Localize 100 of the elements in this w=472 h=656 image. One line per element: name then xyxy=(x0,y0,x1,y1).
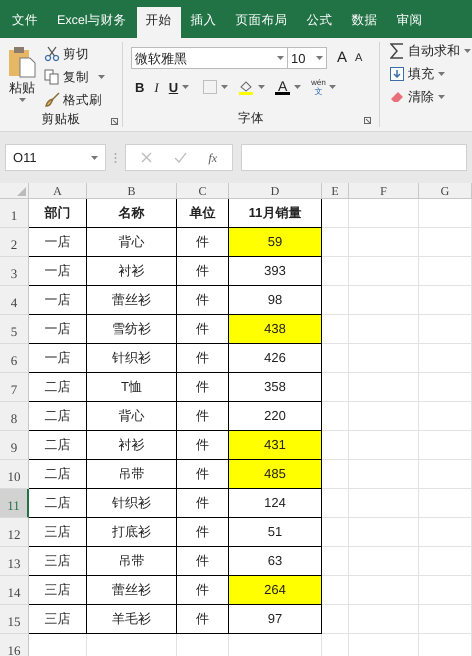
corner-triangle-icon xyxy=(17,187,26,196)
table-cell: T恤 xyxy=(87,373,177,402)
dialog-launcher-icon[interactable] xyxy=(111,118,118,125)
dropdown-caret-icon xyxy=(91,156,98,160)
dialog-launcher-icon[interactable] xyxy=(364,117,371,124)
column-header[interactable]: C xyxy=(177,183,229,198)
ribbon-tab[interactable]: 文件 xyxy=(3,7,47,38)
empty-cell xyxy=(322,315,349,344)
table-cell: 三店 xyxy=(29,518,87,547)
row-header[interactable]: 13 xyxy=(0,547,29,576)
ribbon-tab[interactable]: 开始 xyxy=(136,7,181,38)
empty-cell xyxy=(322,605,349,634)
row-header[interactable]: 5 xyxy=(0,315,29,344)
ribbon-tab[interactable]: 页面布局 xyxy=(226,7,297,38)
row-header[interactable]: 16 xyxy=(0,634,29,656)
empty-cell xyxy=(349,373,419,402)
empty-cell xyxy=(349,605,419,634)
column-header[interactable]: G xyxy=(419,183,472,198)
table-cell: 件 xyxy=(177,518,229,547)
table-cell: 二店 xyxy=(29,431,87,460)
column-heading: 部门 xyxy=(29,199,87,228)
empty-cell xyxy=(419,286,472,315)
row-header[interactable]: 14 xyxy=(0,576,29,605)
check-icon[interactable] xyxy=(174,152,187,163)
row-header[interactable]: 11 xyxy=(0,489,29,518)
row-header[interactable]: 6 xyxy=(0,344,29,373)
bold-button[interactable]: B xyxy=(135,78,144,97)
table-cell: 一店 xyxy=(29,315,87,344)
table-cell: 件 xyxy=(177,431,229,460)
fill-button[interactable]: 填充 xyxy=(390,64,471,84)
empty-cell xyxy=(419,199,472,228)
border-icon[interactable] xyxy=(203,80,218,94)
shrink-font-button[interactable]: A xyxy=(353,50,364,66)
ribbon-tab[interactable]: Excel与财务 xyxy=(48,7,136,38)
table-cell: 97 xyxy=(229,605,322,634)
column-heading: 名称 xyxy=(87,199,177,228)
column-header[interactable]: F xyxy=(349,183,419,198)
table-cell: 雪纺衫 xyxy=(87,315,177,344)
empty-cell xyxy=(349,315,419,344)
ribbon-tab[interactable]: 审阅 xyxy=(388,7,432,38)
empty-cell xyxy=(419,402,472,431)
row-header[interactable]: 8 xyxy=(0,402,29,431)
format-painter-button[interactable]: 格式刷 xyxy=(44,90,105,110)
empty-cell xyxy=(322,576,349,605)
font-name-field[interactable]: 微软雅黑 xyxy=(131,47,288,70)
autosum-button[interactable]: 自动求和 xyxy=(390,41,471,61)
grow-font-button[interactable]: A xyxy=(335,47,350,70)
table-cell: 针织衫 xyxy=(87,344,177,373)
ribbon-tab[interactable]: 插入 xyxy=(182,7,226,38)
row-header[interactable]: 1 xyxy=(0,199,29,228)
empty-cell xyxy=(419,576,472,605)
row-header[interactable]: 4 xyxy=(0,286,29,315)
row-header[interactable]: 7 xyxy=(0,373,29,402)
name-box[interactable]: O11 xyxy=(5,144,106,171)
clear-button[interactable]: 清除 xyxy=(390,87,471,107)
fill-color-icon[interactable] xyxy=(238,79,254,96)
row-header[interactable]: 3 xyxy=(0,257,29,286)
column-header[interactable]: B xyxy=(87,183,177,198)
phonetic-button[interactable]: wén 文 xyxy=(311,78,326,96)
table-cell: 蕾丝衫 xyxy=(87,286,177,315)
table-cell: 二店 xyxy=(29,489,87,518)
column-header[interactable]: E xyxy=(322,183,349,198)
scissors-icon xyxy=(44,46,60,62)
font-color-button[interactable]: A xyxy=(275,80,290,95)
empty-cell xyxy=(419,431,472,460)
dropdown-caret-icon xyxy=(438,72,445,76)
row-header[interactable]: 15 xyxy=(0,605,29,634)
empty-cell xyxy=(322,199,349,228)
column-header[interactable]: A xyxy=(29,183,87,198)
italic-button[interactable]: I xyxy=(154,78,159,97)
empty-cell xyxy=(419,489,472,518)
copy-button[interactable]: 复制 xyxy=(44,67,105,87)
table-cell: 98 xyxy=(229,286,322,315)
row-header[interactable]: 12 xyxy=(0,518,29,547)
cut-button[interactable]: 剪切 xyxy=(44,44,105,64)
ribbon-tab[interactable]: 公式 xyxy=(298,7,342,38)
empty-cell xyxy=(322,547,349,576)
row-header[interactable]: 9 xyxy=(0,431,29,460)
sigma-icon xyxy=(390,43,404,59)
font-size-field[interactable]: 10 xyxy=(287,47,327,70)
table-cell: 背心 xyxy=(87,228,177,257)
empty-cell xyxy=(349,460,419,489)
underline-button[interactable]: U xyxy=(168,78,178,97)
ribbon-tab[interactable]: 数据 xyxy=(342,7,387,38)
column-heading: 单位 xyxy=(177,199,229,228)
row-header[interactable]: 10 xyxy=(0,460,29,489)
column-header[interactable]: D xyxy=(229,183,322,198)
empty-cell xyxy=(349,257,419,286)
table-cell: 打底衫 xyxy=(87,518,177,547)
paste-button[interactable]: 粘贴 xyxy=(0,44,44,110)
formula-input[interactable] xyxy=(241,144,467,171)
table-cell: 背心 xyxy=(87,402,177,431)
table-cell: 衬衫 xyxy=(87,431,177,460)
cancel-icon[interactable] xyxy=(140,152,152,163)
table-cell: 485 xyxy=(229,460,322,489)
row-header[interactable]: 2 xyxy=(0,228,29,257)
insert-function-button[interactable]: fx xyxy=(208,148,218,166)
table-cell: 件 xyxy=(177,547,229,576)
table-cell: 三店 xyxy=(29,547,87,576)
dropdown-caret-icon xyxy=(182,85,190,90)
